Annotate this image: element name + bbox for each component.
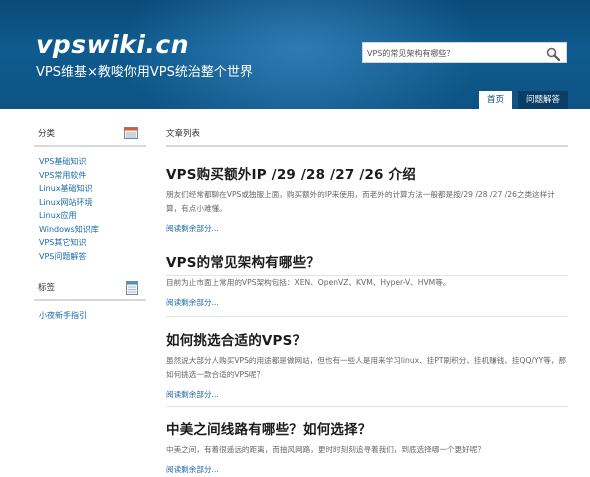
article-excerpt: 虽然说大部分人购买VPS的用途都是做网站，但也有一些人是用来学习linux、挂P… [166,356,567,379]
list-item: 小夜新手指引 [34,309,146,323]
article-item: VPS的常见架构有哪些？ 目前为止市面上常用的VPS架构包括：XEN、OpenV… [166,251,568,317]
category-link[interactable]: VPS基础知识 [34,155,146,169]
main-content: 文章列表 VPS购买额外IP /29 /28 /27 /26 介绍 朋友们经常都… [166,124,568,474]
category-link[interactable]: Windows知识库 [34,223,146,237]
article-excerpt: 目前为止市面上常用的VPS架构包括：XEN、OpenVZ、KVM、Hyper-V… [166,278,451,287]
tags-header: 标签 [34,278,146,301]
list-item: VPS常用软件 [34,169,146,183]
read-more-link[interactable]: 阅读剩余部分... [166,389,568,400]
list-item: Linux网站环境 [34,196,146,210]
list-item: Linux基础知识 [34,182,146,196]
article-excerpt: 朋友们经常都聊在VPS或独服上面，购买额外的IP来使用，而老外的计算方法一般都是… [166,190,555,213]
category-link[interactable]: Linux网站环境 [34,196,146,210]
read-more-link[interactable]: 阅读剩余部分... [166,223,568,234]
site-tagline: VPS维基×教唆你用VPS统治整个世界 [36,65,253,80]
article-list-title: 文章列表 [166,124,568,147]
divider [166,316,568,317]
article-title[interactable]: VPS的常见架构有哪些？ [166,251,568,271]
categories-title: 分类 [38,129,56,139]
category-link[interactable]: Linux基础知识 [34,182,146,196]
read-more-link[interactable]: 阅读剩余部分... [166,297,568,308]
notepad-icon [126,281,138,303]
tag-list: 小夜新手指引 [34,309,146,323]
list-item: VPS基础知识 [34,155,146,169]
search-box [362,42,567,63]
category-link[interactable]: Linux应用 [34,209,146,223]
site-header: vpswiki.cn VPS维基×教唆你用VPS统治整个世界 首页 问题解答 [0,0,590,109]
sidebar: 分类 VPS基础知识 VPS常用软件 Linux基础知识 Linux网站环境 L… [34,124,146,323]
category-list: VPS基础知识 VPS常用软件 Linux基础知识 Linux网站环境 Linu… [34,155,146,263]
tag-link[interactable]: 小夜新手指引 [34,309,146,323]
list-item: VPS问题解答 [34,250,146,264]
category-link[interactable]: VPS问题解答 [34,250,146,264]
tags-title: 标签 [38,283,56,293]
tab-questions[interactable]: 问题解答 [517,91,568,109]
list-item: Linux应用 [34,209,146,223]
article-item: 如何挑选合适的VPS？ 虽然说大部分人购买VPS的用途都是做网站，但也有一些人是… [166,329,568,407]
list-item: VPS其它知识 [34,236,146,250]
article-title[interactable]: 如何挑选合适的VPS？ [166,329,568,349]
categories-header: 分类 [34,124,146,147]
article-item: 中美之间线路有哪些？如何选择？ 中美之间，有着很遥远的距离，而抽风网路，更时时刻… [166,418,568,475]
read-more-link[interactable]: 阅读剩余部分... [166,464,568,475]
article-excerpt: 中美之间，有着很遥远的距离，而抽风网路，更时时刻刻追寻着我们，到底选择哪一个更好… [166,445,485,454]
divider [166,406,568,407]
site-logo[interactable]: vpswiki.cn [36,30,189,59]
article-title[interactable]: 中美之间线路有哪些？如何选择？ [166,418,568,438]
category-link[interactable]: VPS其它知识 [34,236,146,250]
article-item: VPS购买额外IP /29 /28 /27 /26 介绍 朋友们经常都聊在VPS… [166,163,568,276]
list-item: Windows知识库 [34,223,146,237]
article-title[interactable]: VPS购买额外IP /29 /28 /27 /26 介绍 [166,163,568,183]
tab-home[interactable]: 首页 [478,91,512,109]
calendar-icon [124,127,138,147]
category-link[interactable]: VPS常用软件 [34,169,146,183]
nav-tabs: 首页 问题解答 [478,91,568,109]
search-input[interactable] [367,45,537,61]
search-icon[interactable] [546,46,561,62]
